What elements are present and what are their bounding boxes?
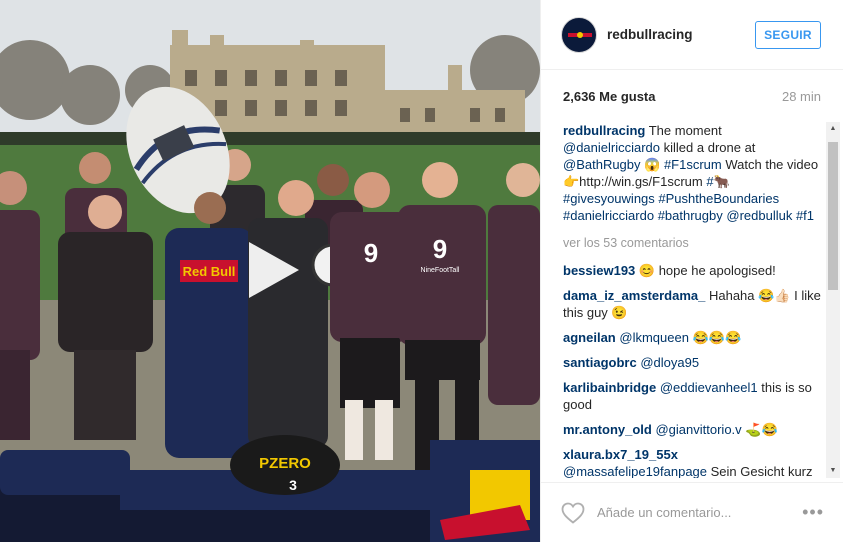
post-panel: redbullracing SEGUIR 2,636 Me gusta 28 m… <box>540 0 843 542</box>
comment-mention[interactable]: @lkmqueen <box>619 330 689 345</box>
caption-mention[interactable]: @redbulluk <box>726 208 792 223</box>
follow-button[interactable]: SEGUIR <box>755 20 821 49</box>
play-icon[interactable] <box>243 238 303 302</box>
comment-item: bessiew193 😊 hope he apologised! <box>563 262 821 279</box>
post-header: redbullracing SEGUIR <box>541 0 843 70</box>
comment-username[interactable]: agneilan <box>563 330 616 345</box>
comment-item: dama_iz_amsterdama_ Hahaha 😂👍🏻 I like th… <box>563 287 821 321</box>
heart-icon[interactable] <box>561 502 585 524</box>
caption-text: The moment <box>645 123 722 138</box>
scroll-down-arrow-icon[interactable]: ▼ <box>826 464 840 478</box>
tyre-brand-text: PZERO <box>259 455 311 472</box>
view-all-comments-link[interactable]: ver los 53 comentarios <box>563 235 821 252</box>
caption-hashtag[interactable]: #givesyouwings <box>563 191 655 206</box>
scroll-up-arrow-icon[interactable]: ▲ <box>826 122 840 136</box>
comment-username[interactable]: santiagobrc <box>563 355 637 370</box>
post-meta: 2,636 Me gusta 28 min <box>541 70 843 122</box>
comment-input[interactable] <box>597 505 803 520</box>
scrollbar-thumb[interactable] <box>828 142 838 290</box>
comment-username[interactable]: dama_iz_amsterdama_ <box>563 288 705 303</box>
comment-mention[interactable]: @massafelipe19fanpage <box>563 464 707 478</box>
shirt-sponsor-text: NineFootTall <box>421 267 460 274</box>
comment-username[interactable]: bessiew193 <box>563 263 635 278</box>
comment-mention[interactable]: @gianvittorio.v <box>655 422 741 437</box>
caption-hashtag[interactable]: #F1scrum <box>664 157 722 172</box>
likes-count[interactable]: 2,636 Me gusta <box>563 89 656 104</box>
comment-username[interactable]: mr.antony_old <box>563 422 652 437</box>
caption-username[interactable]: redbullracing <box>563 123 645 138</box>
comment-text: 😂😂😂 <box>688 330 742 345</box>
suit-logo-text: Red Bull <box>183 264 236 279</box>
caption-hashtag[interactable]: #bathrugby <box>658 208 723 223</box>
caption: redbullracing The moment @danielricciard… <box>563 122 821 224</box>
comment-username[interactable]: xlaura.bx7_19_55x <box>563 447 678 462</box>
comment-mention[interactable]: @dloya95 <box>640 355 699 370</box>
comment-item: agneilan @lkmqueen 😂😂😂 <box>563 329 821 346</box>
profile-username[interactable]: redbullracing <box>607 27 755 42</box>
caption-mention[interactable]: @BathRugby <box>563 157 641 172</box>
red-bull-logo-icon <box>568 31 592 38</box>
comment-item: xlaura.bx7_19_55x @massafelipe19fanpage … <box>563 446 821 478</box>
instagram-post: Red Bull 9 9 NineFootTall PZERO 3 redbul… <box>0 0 843 542</box>
avatar[interactable] <box>561 16 597 53</box>
caption-text: 😱 <box>640 157 664 172</box>
post-video[interactable]: Red Bull 9 9 NineFootTall PZERO 3 <box>0 0 540 542</box>
caption-hashtag[interactable]: #🐂 <box>706 174 729 189</box>
comment-item: mr.antony_old @gianvittorio.v ⛳😂 <box>563 421 821 438</box>
comments-scrollbar[interactable]: ▲ ▼ <box>826 122 840 478</box>
more-options-icon[interactable]: ••• <box>802 502 824 523</box>
comment-item: santiagobrc @dloya95 <box>563 354 821 371</box>
comment-text: 😊 hope he apologised! <box>635 263 776 278</box>
shirt-logo-1: 9 <box>364 238 378 268</box>
caption-hashtag[interactable]: #danielricciardo <box>563 208 654 223</box>
comments-section: redbullracing The moment @danielricciard… <box>541 122 843 478</box>
post-time[interactable]: 28 min <box>782 89 821 104</box>
shirt-logo-2: 9 <box>433 234 447 264</box>
comment-bar: ••• <box>541 482 843 542</box>
caption-text: killed a drone at <box>660 140 756 155</box>
car-number: 3 <box>289 477 297 493</box>
comment-text: ⛳😂 <box>741 422 778 437</box>
comment-item: karlibainbridge @eddievanheel1 this is s… <box>563 379 821 413</box>
comment-mention[interactable]: @eddievanheel1 <box>660 380 758 395</box>
comment-username[interactable]: karlibainbridge <box>563 380 656 395</box>
caption-hashtag[interactable]: #PushtheBoundaries <box>658 191 779 206</box>
caption-mention[interactable]: @danielricciardo <box>563 140 660 155</box>
caption-hashtag[interactable]: #f1 <box>796 208 814 223</box>
